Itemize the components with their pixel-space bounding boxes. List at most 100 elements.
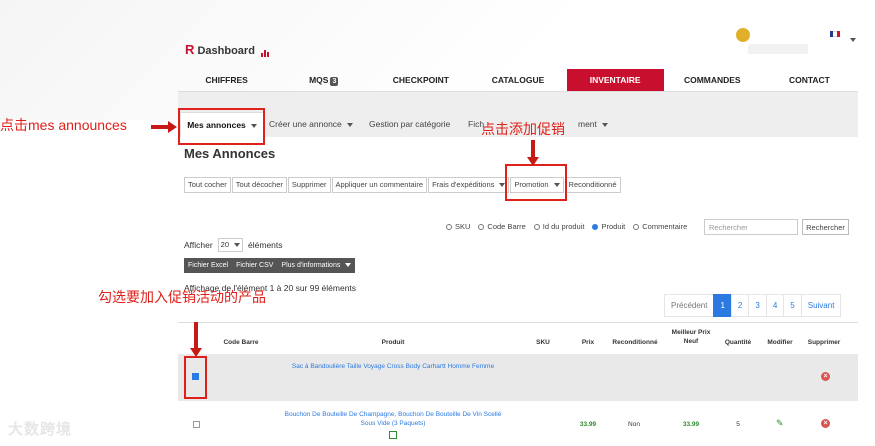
tab-more[interactable]: ment	[578, 112, 608, 136]
export-buttons: Fichier Excel Fichier CSV Plus d'informa…	[184, 258, 356, 273]
nav-label: CHIFFRES	[205, 75, 248, 85]
tab-label: Créer une annonce	[269, 119, 342, 129]
best-new-price-value: 33.99	[682, 421, 700, 428]
column-header[interactable]: Supprimer	[802, 339, 846, 346]
elements-label: éléments	[248, 240, 283, 250]
delete-button[interactable]: Supprimer	[287, 177, 331, 193]
radio-circle-icon	[478, 223, 485, 230]
language-dropdown-icon[interactable]	[845, 31, 856, 49]
arrow-down-head-icon	[190, 348, 202, 357]
page-button[interactable]: 4	[765, 294, 785, 317]
reconditioned-button[interactable]: Reconditionné	[564, 177, 621, 193]
account-placeholder[interactable]	[748, 44, 808, 54]
quantity-value: 5	[736, 421, 740, 428]
nav-checkpoint[interactable]: CHECKPOINT	[372, 69, 469, 91]
column-header[interactable]: Prix	[578, 339, 598, 346]
annotation-text: 点击mes announces	[0, 117, 127, 133]
button-label: Plus d'informations	[281, 262, 341, 269]
row-checkbox[interactable]	[193, 421, 200, 428]
shipping-fees-button[interactable]: Frais d'expéditions	[428, 177, 510, 193]
arrow-down-icon	[531, 140, 535, 158]
search-input[interactable]: Rechercher	[704, 219, 798, 235]
radio-id-produit[interactable]: Id du produit	[533, 222, 585, 231]
arrow-right-icon	[151, 125, 169, 129]
highlight-mes-annonces	[178, 108, 265, 145]
product-link[interactable]: Bouchon De Bouteille De Champagne, Bouch…	[278, 410, 508, 428]
radio-label: SKU	[455, 222, 471, 231]
watermark-text: 大数跨境	[8, 421, 73, 438]
delete-icon[interactable]: ×	[821, 372, 830, 381]
column-header[interactable]: Code Barre	[221, 339, 261, 346]
nav-catalogue[interactable]: CATALOGUE	[469, 69, 566, 91]
page-title: Mes Annonces	[184, 146, 276, 161]
column-header[interactable]: SKU	[531, 339, 555, 346]
reconditioned-value: Non	[628, 421, 640, 428]
main-nav: CHIFFRES MQS 3 CHECKPOINT CATALOGUE INVEN…	[178, 69, 858, 92]
tab-label: ment	[578, 119, 597, 129]
table-header: Code Barre Produit SKU Prix Reconditionn…	[178, 322, 858, 355]
page-size-select[interactable]: 20	[217, 238, 244, 252]
pagination: Précédent 1 2 3 4 5 Suivant	[664, 294, 842, 317]
previous-page-button[interactable]: Précédent	[664, 294, 715, 317]
nav-mqs[interactable]: MQS 3	[275, 69, 372, 91]
button-label: Frais d'expéditions	[432, 180, 495, 189]
column-header[interactable]: Reconditionné	[607, 339, 663, 346]
radio-circle-icon	[446, 223, 452, 230]
caret-down-icon	[601, 122, 608, 127]
dashboard-logo[interactable]: R Dashboard	[185, 42, 270, 57]
french-flag-icon[interactable]	[830, 31, 840, 37]
radio-label: Code Barre	[487, 222, 526, 231]
radio-commentaire[interactable]: Commentaire	[633, 222, 687, 231]
nav-chiffres[interactable]: CHIFFRES	[178, 69, 275, 91]
table-row: Bouchon De Bouteille De Champagne, Bouch…	[178, 401, 858, 446]
mqs-count-badge: 3	[330, 77, 339, 86]
tab-gestion-par-categorie[interactable]: Gestion par catégorie	[369, 112, 450, 136]
radio-sku[interactable]: SKU	[446, 222, 470, 231]
radio-code-barre[interactable]: Code Barre	[478, 222, 526, 231]
logo-text: Dashboard	[197, 45, 255, 57]
nav-label: CATALOGUE	[491, 75, 545, 85]
page-button[interactable]: 3	[748, 294, 767, 317]
nav-label: CONTACT	[788, 75, 830, 85]
radio-produit[interactable]: Produit	[592, 222, 625, 231]
next-page-button[interactable]: Suivant	[800, 294, 842, 317]
radio-label: Produit	[601, 222, 626, 231]
csv-export-button[interactable]: Fichier CSV	[232, 258, 277, 273]
column-header[interactable]: Meilleur Prix Neuf	[671, 328, 711, 346]
page-button[interactable]: 2	[730, 294, 750, 317]
logo-bars-icon	[260, 45, 270, 57]
highlight-promotion	[505, 164, 567, 201]
nav-label: MQS	[309, 75, 329, 85]
page-button[interactable]: 1	[713, 294, 732, 317]
radio-label: Commentaire	[642, 222, 688, 231]
nav-commandes[interactable]: COMMANDES	[664, 69, 761, 91]
nav-contact[interactable]: CONTACT	[761, 69, 858, 91]
delete-icon[interactable]: ×	[821, 419, 830, 428]
radio-label: Id du produit	[542, 222, 585, 231]
caret-down-icon	[346, 122, 353, 127]
search-button[interactable]: Rechercher	[802, 219, 849, 235]
nav-label: CHECKPOINT	[392, 75, 449, 85]
column-header[interactable]: Quantité	[720, 339, 756, 346]
arrow-right-head-icon	[168, 121, 177, 133]
pencil-icon[interactable]: ✎	[776, 418, 784, 429]
excel-export-button[interactable]: Fichier Excel	[184, 258, 232, 273]
radio-circle-icon	[533, 223, 540, 230]
check-all-button[interactable]: Tout cocher	[184, 177, 231, 193]
tab-creer-une-annonce[interactable]: Créer une annonce	[269, 112, 353, 136]
nav-inventaire[interactable]: INVENTAIRE	[566, 69, 664, 91]
image-icon[interactable]	[389, 431, 397, 439]
uncheck-all-button[interactable]: Tout décocher	[231, 177, 287, 193]
column-header[interactable]: Modifier	[762, 339, 798, 346]
caret-down-icon	[234, 243, 241, 248]
more-info-button[interactable]: Plus d'informations	[277, 258, 355, 273]
arrow-down-head-icon	[527, 157, 539, 166]
annotation-step2: 点击添加促销	[481, 121, 565, 137]
logo-letter: R	[185, 42, 195, 57]
product-link[interactable]: Sac à Bandoulière Taille Voyage Cross Bo…	[278, 362, 508, 371]
apply-comment-button[interactable]: Appliquer un commentaire	[331, 177, 428, 193]
page-button[interactable]: 5	[783, 294, 802, 317]
radio-circle-icon	[633, 223, 640, 230]
watermark-logo: 大数跨境	[8, 418, 72, 439]
column-header[interactable]: Produit	[368, 339, 418, 346]
